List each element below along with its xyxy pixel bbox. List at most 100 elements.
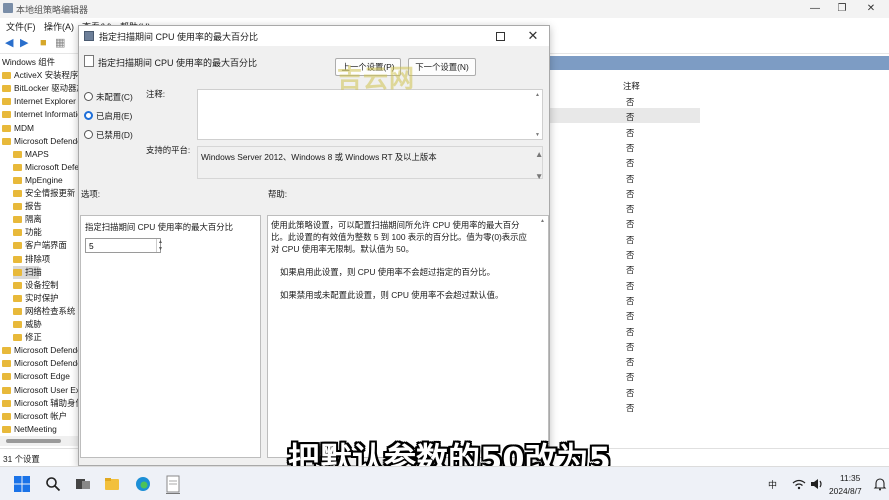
tree-item[interactable]: Microsoft Defender SmartScreen (2, 357, 78, 370)
scroll-down-icon[interactable]: ▼ (535, 132, 540, 138)
folder-icon (13, 150, 22, 158)
selected-list-row[interactable] (549, 108, 700, 123)
tree-item-label: 隔离 (25, 214, 42, 225)
folder-icon (13, 255, 22, 263)
task-view-icon[interactable] (75, 476, 91, 492)
maximize-icon[interactable] (493, 29, 507, 43)
tree-item[interactable]: Microsoft 帐户 (2, 410, 67, 423)
comment-label: 注释: (146, 89, 166, 99)
back-arrow-icon[interactable]: ◀ (5, 38, 13, 49)
tree-item[interactable]: 功能 (13, 226, 42, 239)
windows-start-icon[interactable] (14, 476, 30, 492)
list-note-value: 否 (626, 219, 635, 230)
menu-action[interactable]: 操作(A) (44, 20, 74, 33)
supported-platform-label: 支持的平台: (146, 145, 191, 155)
folder-icon (2, 124, 11, 132)
tree-item-label: ActiveX 安装程序服务 (14, 70, 78, 81)
tree-item[interactable]: 威胁 (13, 318, 42, 331)
tree-item-label: 威胁 (25, 319, 42, 329)
folder-icon (2, 85, 11, 93)
help-scrollbar[interactable]: ▲ ▼ (538, 217, 548, 457)
tree-item[interactable]: Microsoft Defender 应用程序防护 (2, 344, 78, 357)
tree-item[interactable]: NetMeeting (2, 423, 57, 436)
list-note-value: 否 (626, 204, 635, 215)
tree-item[interactable]: MpEngine (13, 174, 63, 187)
tree-item[interactable]: Internet Explorer (2, 95, 76, 108)
edge-browser-icon[interactable] (135, 476, 151, 492)
scroll-up-icon[interactable]: ▲ (540, 218, 545, 224)
folder-icon (13, 268, 22, 276)
tree-item-label: MpEngine (25, 174, 63, 185)
tree-item[interactable]: Internet Information Services (2, 108, 78, 121)
comment-textarea[interactable]: ▲ ▼ (197, 89, 543, 140)
file-explorer-icon[interactable] (104, 476, 120, 492)
tree-item-label: Microsoft User Experience Virtualization (14, 384, 78, 395)
watermark: 吉云网 (337, 64, 416, 93)
clock-time[interactable]: 11:35 (840, 473, 860, 483)
minimize-icon[interactable]: — (806, 2, 824, 16)
cpu-percent-spinner[interactable]: ▲ ▼ (156, 239, 164, 252)
tree-item[interactable]: 隔离 (13, 213, 42, 226)
tree-item-label: MDM (14, 122, 35, 133)
notepad-icon[interactable] (165, 474, 181, 494)
tree-item[interactable]: BitLocker 驱动器加密 (2, 82, 78, 95)
scroll-down-icon[interactable]: ▼ (535, 171, 543, 181)
tree-item[interactable]: Microsoft User Experience Virtualization (2, 384, 78, 397)
wifi-icon[interactable] (791, 476, 807, 492)
list-note-value: 否 (626, 326, 635, 337)
volume-icon[interactable] (809, 476, 825, 492)
tree-item[interactable]: Microsoft Defender Exploit Guard (13, 161, 78, 174)
spin-down-icon[interactable]: ▼ (158, 246, 163, 252)
spin-up-icon[interactable]: ▲ (158, 239, 163, 245)
tree-item[interactable]: 设备控制 (13, 279, 59, 292)
tree-item-label: 实时保护 (25, 292, 59, 303)
close-icon[interactable]: ✕ (525, 28, 541, 44)
folder-icon (13, 190, 22, 197)
notification-bell-icon[interactable] (872, 476, 888, 492)
tree-item[interactable]: Windows 组件 (2, 56, 55, 69)
tree-item[interactable]: 实时保护 (13, 292, 59, 305)
tree-horizontal-scrollbar[interactable] (0, 436, 78, 446)
tree-item[interactable]: Microsoft Defender 防病毒 (2, 135, 78, 148)
tree-item[interactable]: ActiveX 安装程序服务 (2, 69, 78, 82)
list-note-value: 否 (626, 341, 635, 352)
folder-icon (13, 216, 22, 224)
list-column-header[interactable]: 注释 (549, 78, 699, 92)
tree-item[interactable]: 网络检查系统 (13, 305, 75, 318)
menu-file[interactable]: 文件(F) (6, 20, 36, 33)
show-hide-tree-icon[interactable]: ▦ (55, 38, 65, 49)
scroll-up-icon[interactable]: ▲ (535, 92, 540, 98)
tree-item[interactable]: 报告 (13, 200, 42, 213)
close-icon[interactable]: ✕ (862, 2, 880, 16)
tree-item-label: Microsoft 辅助身份验证因素 (14, 397, 78, 408)
tree-item[interactable]: MAPS (13, 148, 49, 161)
radio-enabled[interactable]: 已启用(E) (84, 110, 164, 122)
search-icon[interactable] (45, 476, 61, 492)
cpu-percent-input[interactable] (85, 238, 161, 253)
tree-item[interactable]: 扫描 (13, 265, 42, 279)
tree-item-label: 功能 (25, 227, 42, 238)
maximize-icon[interactable]: ❐ (833, 2, 851, 16)
list-note-value: 否 (626, 188, 635, 199)
tree-item[interactable]: 修正 (13, 331, 42, 344)
tree-item-label: NetMeeting (14, 423, 57, 434)
tree-item[interactable]: 排除项 (13, 253, 50, 266)
folder-up-icon[interactable]: ■ (40, 38, 47, 49)
scroll-up-icon[interactable]: ▲ (535, 149, 543, 159)
column-note[interactable]: 注释 (623, 80, 640, 92)
tree-item[interactable]: 客户端界面 (13, 239, 67, 252)
clock-date[interactable]: 2024/8/7 (829, 486, 862, 496)
folder-icon (13, 334, 22, 342)
radio-disabled[interactable]: 已禁用(D) (84, 129, 164, 141)
tree-item[interactable]: 安全情报更新 (13, 187, 75, 200)
list-header-band (549, 56, 889, 70)
folder-icon (13, 176, 22, 184)
tree-item[interactable]: Microsoft 辅助身份验证因素 (2, 397, 78, 410)
ime-indicator[interactable]: 中 (768, 478, 777, 491)
forward-arrow-icon[interactable]: ▶ (20, 38, 28, 49)
tree-item[interactable]: MDM (2, 122, 34, 135)
tree-item[interactable]: Microsoft Edge (2, 370, 70, 383)
next-setting-button[interactable]: 下一个设置(N) (408, 58, 476, 76)
tree-item-label: 修正 (25, 332, 42, 343)
tree-item-label: 报告 (25, 201, 42, 212)
